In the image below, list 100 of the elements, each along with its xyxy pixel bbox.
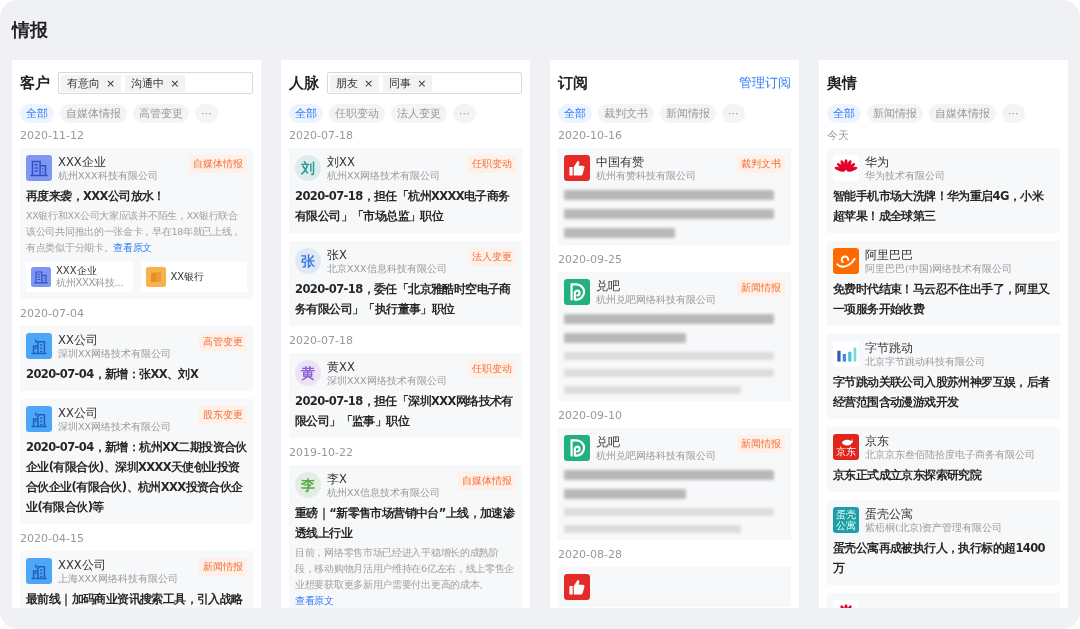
news-card[interactable]: 刘 刘XX 杭州XX网络技术有限公司 任职变动 2020-07-18，担任「杭州XXXX电子商务有限公司」「市场总监」职位 [289, 148, 522, 233]
category-tag: 法人变更 [468, 248, 516, 266]
related-company-card[interactable]: XXX企业 杭州XXX科技... [26, 262, 133, 292]
tag-label: 同事 [389, 75, 412, 91]
date-label: 2020-09-10 [558, 409, 623, 423]
category-tag: 裁判文书 [737, 155, 785, 173]
news-card[interactable]: 字节跳动 北京字节跳动科技有限公司 字节跳动关联公司入股苏州神罗互娱，后者经营范围含动漫游戏开发 [827, 334, 1060, 419]
date-label: 2020-07-04 [20, 307, 85, 321]
page-title: 情报 [12, 18, 49, 42]
tag-input-field[interactable]: 朋友 × 同事 × [327, 72, 522, 94]
letter-avatar: 张 [301, 254, 315, 268]
company-name: 黄XX [327, 360, 356, 374]
column-title: 客户 [20, 73, 50, 93]
company-subtitle: 阿里巴巴(中国)网络技术有限公司 [865, 262, 1013, 275]
company-subtitle: 杭州XXX科技... [56, 277, 124, 289]
tag-input-field[interactable]: 有意向 × 沟通中 × [58, 72, 253, 94]
company-subtitle: 杭州有赞科技有限公司 [596, 169, 696, 182]
remove-button[interactable]: × [417, 76, 427, 90]
company-subtitle: 深圳XXX网络技术有限公司 [327, 374, 447, 387]
company-name: XX银行 [170, 271, 205, 283]
company-subtitle: 杭州兑吧网络科技有限公司 [596, 293, 716, 306]
filter-tab[interactable]: 全部 [289, 104, 323, 123]
news-card[interactable]: 兑吧 杭州兑吧网络科技有限公司 新闻情报 [558, 428, 791, 540]
filter-tab[interactable]: 全部 [827, 104, 861, 123]
category-tag: 自媒体情报 [189, 155, 247, 173]
company-subtitle: 深圳XX网络技术有限公司 [58, 347, 172, 360]
date-label: 2020-07-18 [289, 334, 354, 348]
company-subtitle: 北京京东叁佰陆拾度电子商务有限公司 [865, 448, 1035, 461]
company-name: 蛋壳公寓 [865, 507, 914, 521]
view-original-link[interactable]: 查看原文 [295, 595, 334, 606]
news-headline: 2020-07-18，委任「北京雅酷时空电子商务有限公司」「执行董事」职位 [295, 281, 512, 318]
letter-avatar: 黄 [301, 366, 315, 380]
news-headline: 2020-07-04，新增：张XX、刘X [26, 366, 200, 383]
news-card[interactable]: 兑吧 杭州兑吧网络科技有限公司 新闻情报 [558, 272, 791, 401]
date-label: 2019-10-22 [289, 446, 354, 460]
company-name: 兑吧 [596, 279, 621, 293]
news-headline: 智能手机市场大洗牌！华为重启4G，小米超苹果！成全球第三 [833, 188, 1045, 225]
company-name: 京东 [865, 434, 890, 448]
company-name: 阿里巴巴 [865, 248, 914, 262]
category-tag: 新闻情报 [737, 435, 785, 453]
column-title: 舆情 [827, 73, 857, 93]
logo-text: 蛋壳公寓 [836, 509, 856, 531]
category-tag: 任职变动 [468, 155, 516, 173]
news-card[interactable]: 张 张X 北京XXX信息科技有限公司 法人变更 2020-07-18，委任「北京雅酷时空电子商务有限公司」「执行董事」职位 [289, 241, 522, 326]
related-company-card[interactable]: XX银行 [140, 262, 247, 292]
news-headline: 2020-07-04，新增：杭州XX二期投资合伙企业(有限合伙)、深圳XXXX天使创业投资合伙企业(有限合伙)、杭州XXX投资合伙企业(有限合伙)等 [26, 439, 247, 516]
date-label: 2020-08-28 [558, 548, 623, 562]
company-subtitle: 北京字节跳动科技有限公司 [865, 355, 985, 368]
news-card[interactable]: XX公司 深圳XX网络技术有限公司 股东变更 2020-07-04，新增：杭州XX二期投资合伙企业(有限合伙)、深圳XXXX天使创业投资合伙企业(有限合伙)、杭州XXX投资合伙企业(有限合伙)等 [20, 399, 253, 524]
category-tag: 高管变更 [199, 333, 247, 351]
company-name: 张X [327, 248, 348, 262]
company-subtitle: 杭州XX信息技术有限公司 [327, 486, 441, 499]
column-title: 人脉 [289, 73, 319, 93]
news-headline: 重磅｜“新零售市场营销中台”上线，加速渗透线上行业 [295, 505, 516, 542]
news-card[interactable]: 阿里巴巴 阿里巴巴(中国)网络技术有限公司 免费时代结束！马云忍不住出手了，阿里又一项服务开始收费 [827, 241, 1060, 326]
tag-label: 沟通中 [131, 75, 165, 91]
news-headline: 最前线｜加码商业资讯搜索工具，引入战略 [26, 591, 244, 608]
news-card[interactable]: 华为 华为技术有限公司 智能手机市场大洗牌！华为重启4G，小米超苹果！成全球第三 [827, 148, 1060, 233]
view-original-link[interactable]: 查看原文 [113, 242, 153, 253]
news-card[interactable]: 李 李X 杭州XX信息技术有限公司 自媒体情报 重磅｜“新零售市场营销中台”上线，加速渗透线上行业 目前，网络零售市场已经进入平稳增长的成熟阶段，移动购物月活用户维持在6亿左右，线上零售企业想要获取更多新用户需要付出更高的成本。 查看原文 [289, 465, 522, 608]
company-name: XXX企业 [56, 265, 98, 277]
remove-button[interactable]: × [106, 76, 116, 90]
company-name: XX公司 [58, 333, 99, 347]
letter-avatar: 刘 [301, 161, 315, 175]
news-headline: 再度来袭，XXX公司放水！ [26, 188, 166, 205]
category-tag: 新闻情报 [199, 558, 247, 576]
remove-button[interactable]: × [170, 76, 180, 90]
company-name: 兑吧 [596, 435, 621, 449]
date-label: 今天 [827, 129, 850, 143]
news-headline: 2020-07-18，担任「深圳XXX网络技术有限公司」「监事」职位 [295, 393, 514, 430]
news-card[interactable]: 中国有赞 杭州有赞科技有限公司 裁判文书 [558, 148, 791, 245]
company-subtitle: 深圳XX网络技术有限公司 [58, 420, 172, 433]
company-name: XXX公司 [58, 558, 107, 572]
company-subtitle: 华为技术有限公司 [865, 169, 945, 182]
filter-tab[interactable]: 全部 [558, 104, 592, 123]
company-name: XXX企业 [58, 155, 107, 169]
filter-tab[interactable]: 全部 [20, 104, 54, 123]
logo-text: 京东 [836, 445, 856, 457]
manage-link[interactable]: 管理订阅 [739, 74, 791, 92]
news-card[interactable]: 黄 黄XX 深圳XXX网络技术有限公司 任职变动 2020-07-18，担任「深圳XXX网络技术有限公司」「监事」职位 [289, 353, 522, 438]
date-label: 2020-04-15 [20, 532, 85, 546]
date-label: 2020-09-25 [558, 253, 623, 267]
category-tag: 新闻情报 [737, 279, 785, 297]
tag-label: 有意向 [67, 75, 100, 91]
company-name: XX公司 [58, 406, 99, 420]
news-card[interactable]: 京东 京东 北京京东叁佰陆拾度电子商务有限公司 京东正式成立京东探索研究院 [827, 427, 1060, 492]
date-label: 2020-10-16 [558, 129, 623, 143]
category-tag: 股东变更 [199, 406, 247, 424]
company-name: 刘XX [327, 155, 356, 169]
news-headline: 2020-07-18，担任「杭州XXXX电子商务有限公司」「市场总监」职位 [295, 188, 511, 225]
news-card[interactable]: XXX公司 上海XXX网络科技有限公司 新闻情报 最前线｜加码商业资讯搜索工具，引入战略 [20, 551, 253, 608]
news-headline: 京东正式成立京东探索研究院 [833, 467, 983, 484]
news-headline: 蛋壳公寓再成被执行人，执行标的超1400万 [833, 540, 1046, 577]
news-card[interactable]: XX公司 深圳XX网络技术有限公司 高管变更 2020-07-04，新增：张XX、刘X [20, 326, 253, 391]
company-subtitle: 北京XXX信息科技有限公司 [327, 262, 447, 275]
remove-button[interactable]: × [364, 76, 374, 90]
company-name: 中国有赞 [596, 155, 645, 169]
date-label: 2020-07-18 [289, 129, 354, 143]
company-name: 李X [327, 472, 348, 486]
news-card[interactable]: 蛋壳公寓 蛋壳公寓 紫梧桐(北京)资产管理有限公司 蛋壳公寓再成被执行人，执行标的超1400万 [827, 500, 1060, 585]
